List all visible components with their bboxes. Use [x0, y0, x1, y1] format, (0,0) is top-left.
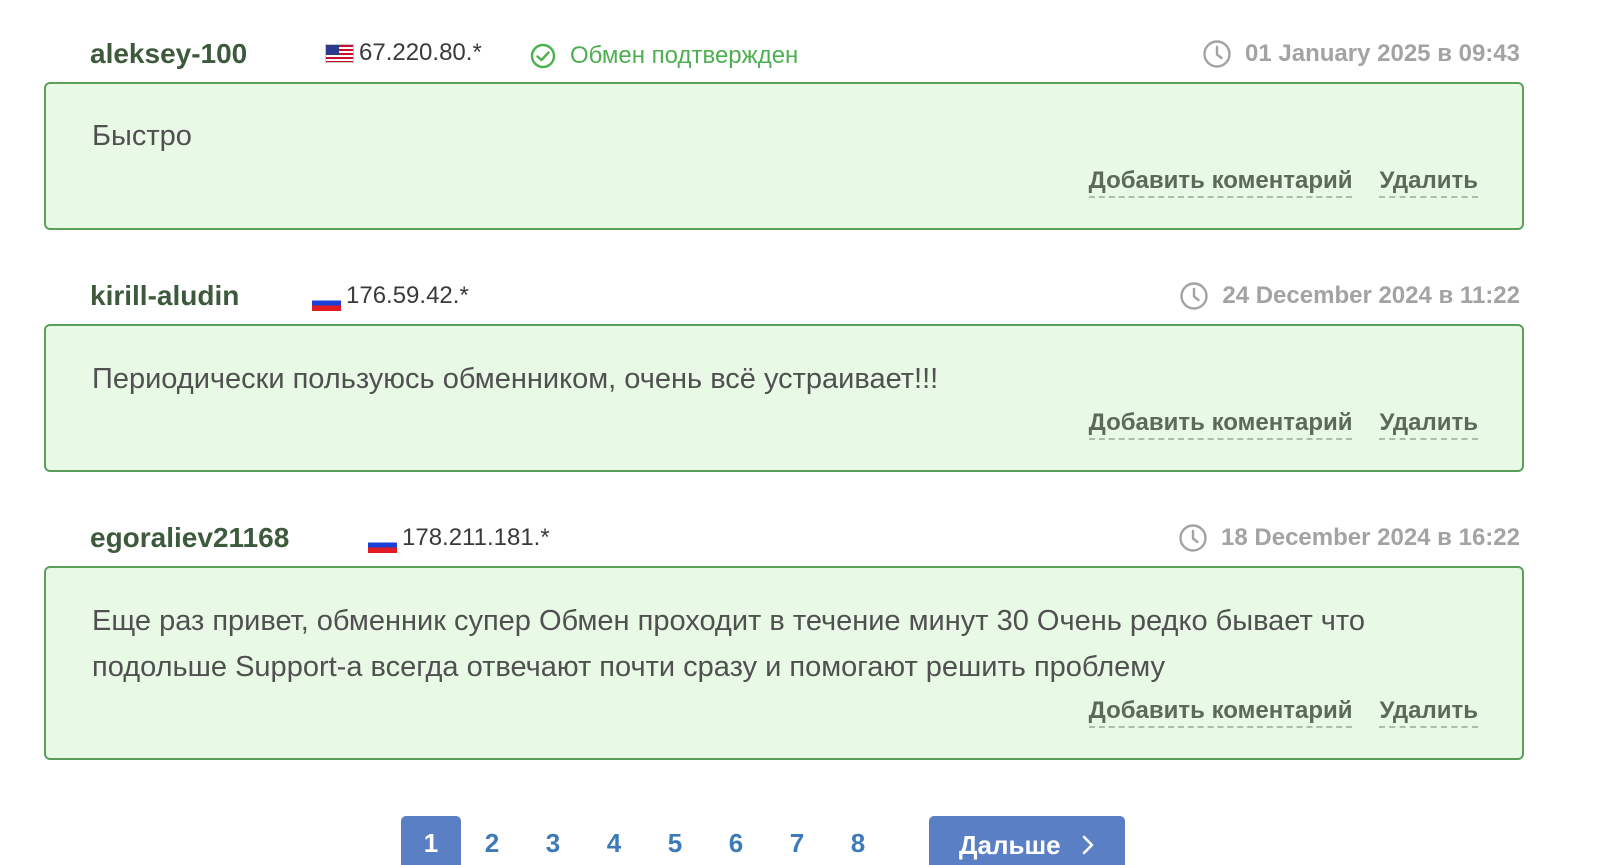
review-text: Еще раз привет, обменник супер Обмен про…	[92, 605, 1365, 683]
review-ip: 67.220.80.*	[325, 39, 482, 67]
review-item: egoraliev21168 178.211.181.* 18 December…	[44, 514, 1524, 760]
review-actions: Добавить коментарий Удалить	[1088, 696, 1478, 728]
review-username[interactable]: egoraliev21168	[90, 522, 289, 554]
delete-button[interactable]: Удалить	[1379, 408, 1478, 440]
review-header: aleksey-100 67.220.80.* Обмен подтвержде…	[44, 30, 1524, 76]
clock-icon	[1180, 282, 1209, 310]
page-button-8[interactable]: 8	[828, 816, 888, 865]
review-text: Быстро	[92, 120, 192, 152]
page-button-6[interactable]: 6	[706, 816, 766, 865]
review-date: 01 January 2025 в 09:43	[1202, 39, 1520, 69]
review-date-text: 18 December 2024 в 16:22	[1221, 524, 1520, 551]
exchange-confirmed-badge: Обмен подтвержден	[530, 42, 798, 70]
page-button-3[interactable]: 3	[523, 816, 583, 865]
delete-button[interactable]: Удалить	[1379, 166, 1478, 198]
pagination: 1 2 3 4 5 6 7 8 Дальше	[401, 816, 1125, 865]
review-ip-text: 178.211.181.*	[402, 524, 550, 551]
page-button-2[interactable]: 2	[462, 816, 522, 865]
review-item: aleksey-100 67.220.80.* Обмен подтвержде…	[44, 30, 1524, 230]
review-ip: 176.59.42.*	[312, 281, 469, 311]
review-ip-text: 176.59.42.*	[346, 282, 469, 309]
review-header: kirill-aludin 176.59.42.* 24 December 20…	[44, 272, 1524, 318]
clock-icon	[1179, 524, 1207, 552]
review-date: 24 December 2024 в 11:22	[1179, 281, 1520, 311]
page-button-5[interactable]: 5	[645, 816, 705, 865]
review-body: Быстро Добавить коментарий Удалить	[44, 82, 1524, 230]
next-page-label: Дальше	[959, 830, 1061, 860]
ru-flag-icon	[368, 537, 397, 553]
page-button-7[interactable]: 7	[767, 816, 827, 865]
page-button-1[interactable]: 1	[401, 816, 461, 865]
chevron-right-icon	[1082, 835, 1093, 855]
review-item: kirill-aludin 176.59.42.* 24 December 20…	[44, 272, 1524, 472]
review-text: Периодически пользуюсь обменником, очень…	[92, 363, 939, 395]
review-actions: Добавить коментарий Удалить	[1088, 408, 1478, 440]
reviews-page: aleksey-100 67.220.80.* Обмен подтвержде…	[0, 0, 1600, 865]
clock-icon	[1203, 40, 1231, 68]
page-button-4[interactable]: 4	[584, 816, 644, 865]
review-body: Еще раз привет, обменник супер Обмен про…	[44, 566, 1524, 760]
add-comment-button[interactable]: Добавить коментарий	[1088, 166, 1353, 198]
next-page-button[interactable]: Дальше	[929, 816, 1125, 865]
review-date: 18 December 2024 в 16:22	[1178, 523, 1520, 553]
ru-flag-icon	[312, 295, 341, 311]
review-header: egoraliev21168 178.211.181.* 18 December…	[44, 514, 1524, 560]
add-comment-button[interactable]: Добавить коментарий	[1088, 696, 1353, 728]
review-username[interactable]: aleksey-100	[90, 38, 247, 70]
check-circle-icon	[530, 43, 556, 69]
delete-button[interactable]: Удалить	[1379, 696, 1478, 728]
review-username[interactable]: kirill-aludin	[90, 280, 239, 312]
review-actions: Добавить коментарий Удалить	[1088, 166, 1478, 198]
review-ip-text: 67.220.80.*	[359, 39, 482, 66]
add-comment-button[interactable]: Добавить коментарий	[1088, 408, 1353, 440]
review-date-text: 24 December 2024 в 11:22	[1222, 282, 1520, 309]
review-body: Периодически пользуюсь обменником, очень…	[44, 324, 1524, 472]
review-date-text: 01 January 2025 в 09:43	[1245, 40, 1520, 67]
review-ip: 178.211.181.*	[368, 523, 550, 553]
exchange-confirmed-text: Обмен подтвержден	[570, 42, 799, 69]
us-flag-icon	[325, 43, 354, 63]
